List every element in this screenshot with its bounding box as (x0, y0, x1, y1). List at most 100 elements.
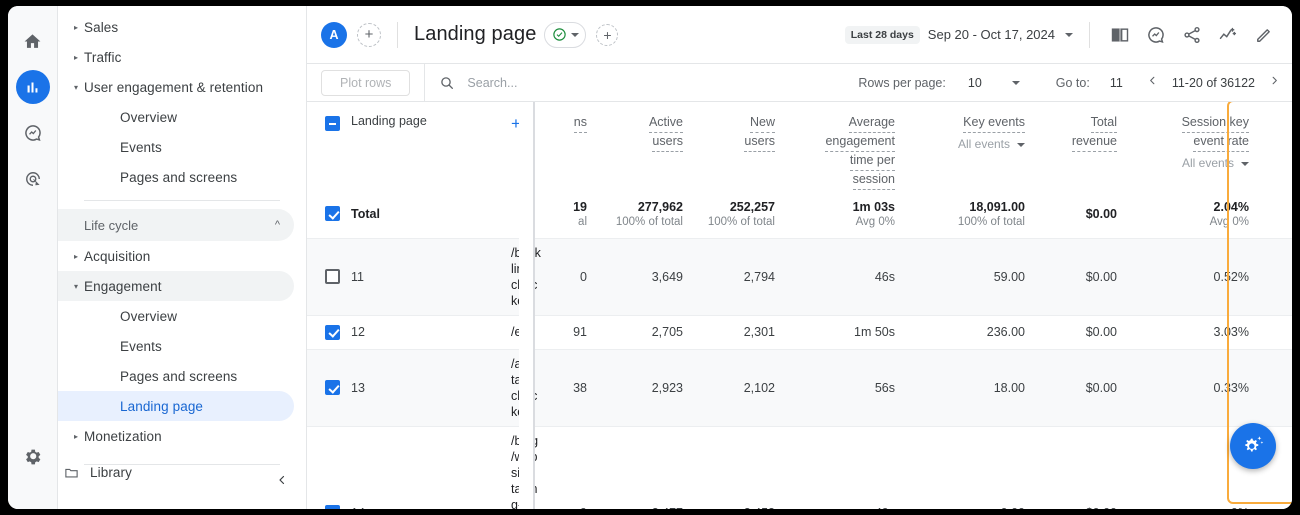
active-users-header: Active users (601, 102, 697, 190)
nav-bottom-divider (84, 464, 280, 465)
cell-active-users: 2,477 (601, 426, 697, 509)
share-icon[interactable] (1182, 25, 1202, 45)
active-users-header-line2[interactable]: users (652, 133, 683, 152)
row-checkbox[interactable] (325, 505, 340, 509)
check-circle-icon (552, 27, 567, 42)
nav-section-life-cycle[interactable]: Life cycle ^ (58, 209, 294, 241)
table-row[interactable]: 13 /alt-tag-checker 38 2,923 2,102 56s 1… (307, 349, 1292, 426)
skr-header-line1[interactable]: Session key (1182, 114, 1249, 133)
home-icon[interactable] (16, 24, 50, 58)
insights-icon[interactable] (1146, 25, 1166, 45)
chevron-down-icon[interactable] (1065, 33, 1073, 37)
skr-filter-dropdown[interactable]: All events (1182, 155, 1249, 172)
cell-total-revenue: $0.00 (1039, 238, 1131, 315)
row-checkbox[interactable] (325, 325, 340, 340)
sidebar-item-label: Acquisition (84, 249, 150, 264)
skr-filter-label: All events (1182, 155, 1234, 172)
date-preset-badge: Last 28 days (845, 26, 920, 44)
sidebar-item-label: Sales (84, 20, 118, 35)
explore-icon[interactable] (16, 116, 50, 150)
avg-engagement-header-line1[interactable]: Average (849, 114, 895, 133)
go-to-input[interactable]: 11 (1110, 76, 1123, 90)
add-comparison-button[interactable]: + (357, 23, 381, 47)
total-avg-engagement: 1m 03s Avg 0% (789, 190, 909, 238)
search-input[interactable]: Search... (467, 76, 517, 90)
chevron-down-icon[interactable] (1012, 81, 1020, 85)
row-checkbox-cell (307, 349, 351, 426)
row-checkbox[interactable] (325, 269, 340, 284)
go-to-label: Go to: (1056, 76, 1090, 90)
subvalue: Avg 0% (1263, 216, 1292, 228)
sidebar-item-overview-2[interactable]: Overview (58, 301, 294, 331)
sidebar-item-label: User engagement & retention (84, 80, 263, 95)
previous-page-button[interactable] (1147, 74, 1158, 91)
avg-engagement-header-line4[interactable]: session (853, 171, 895, 190)
sidebar-item-traffic[interactable]: ▸ Traffic (58, 42, 294, 72)
avg-engagement-header-line2[interactable]: engagement (825, 133, 895, 152)
compare-icon[interactable] (1110, 25, 1130, 45)
sidebar-item-label: Events (120, 339, 162, 354)
key-events-filter-dropdown[interactable]: All events (958, 136, 1025, 153)
avg-engagement-header-line3[interactable]: time per (850, 152, 895, 171)
sidebar-item-sales[interactable]: ▸ Sales (58, 12, 294, 42)
bounce-rate-header: Bounce rate (1263, 102, 1292, 190)
value: 1m 03s (853, 200, 895, 214)
sidebar-item-engagement[interactable]: ▾ Engagement (58, 271, 294, 301)
report-status-dropdown[interactable] (544, 22, 586, 48)
plot-rows-button[interactable]: Plot rows (321, 70, 410, 96)
row-checkbox[interactable] (325, 206, 340, 221)
add-report-button[interactable]: + (596, 24, 618, 46)
sessions-header-label[interactable]: ns (574, 114, 587, 133)
table-row[interactable]: 11 /backlink-checker 0 3,649 2,794 46s 5… (307, 238, 1292, 315)
new-users-header-line1[interactable]: New (750, 114, 775, 133)
key-events-filter-label: All events (958, 136, 1010, 153)
trend-icon[interactable] (1218, 25, 1238, 45)
sidebar-item-events-2[interactable]: Events (58, 331, 294, 361)
sidebar-item-landing-page[interactable]: Landing page (58, 391, 294, 421)
sidebar-item-user-engagement-retention[interactable]: ▾ User engagement & retention (58, 72, 294, 102)
sidebar-item-monetization[interactable]: ▸ Monetization (58, 421, 294, 451)
rows-per-page-control[interactable]: Rows per page: 10 (858, 76, 1019, 90)
sidebar-item-overview-1[interactable]: Overview (58, 102, 294, 132)
sidebar-item-pages-and-screens-1[interactable]: Pages and screens (58, 162, 294, 192)
cell-key-events: 18.00 (909, 349, 1039, 426)
sidebar-nav: ▸ Sales ▸ Traffic ▾ User engagement & re… (58, 6, 307, 509)
search-field[interactable]: Search... (439, 75, 858, 91)
key-events-header: Key events All events (909, 102, 1039, 190)
total-revenue-header-line1[interactable]: Total (1091, 114, 1117, 133)
select-all-checkbox[interactable] (325, 116, 340, 131)
reports-icon[interactable] (16, 70, 50, 104)
chevron-down-icon (571, 33, 579, 37)
settings-gear-icon[interactable] (16, 439, 50, 473)
sidebar-item-label: Pages and screens (120, 170, 237, 185)
avatar[interactable]: A (321, 22, 347, 48)
active-users-header-line1[interactable]: Active (649, 114, 683, 133)
total-revenue-header-line2[interactable]: revenue (1072, 133, 1117, 152)
date-range-picker[interactable]: Sep 20 - Oct 17, 2024 (928, 27, 1055, 42)
gear-sparkle-icon (1241, 434, 1265, 458)
sidebar-item-acquisition[interactable]: ▸ Acquisition (58, 241, 294, 271)
advertising-icon[interactable] (16, 162, 50, 196)
new-users-header-line2[interactable]: users (744, 133, 775, 152)
sidebar-item-label: Pages and screens (120, 369, 237, 384)
dimension-header-label[interactable]: Landing page (351, 114, 427, 129)
edit-icon[interactable] (1254, 25, 1274, 45)
skr-header-line2[interactable]: event rate (1193, 133, 1249, 152)
key-events-header-label[interactable]: Key events (963, 114, 1025, 133)
sidebar-item-pages-and-screens-2[interactable]: Pages and screens (58, 361, 294, 391)
total-active-users: 277,962 100% of total (601, 190, 697, 238)
dimension-header: Landing page (351, 102, 511, 190)
collapse-sidebar-button[interactable] (276, 473, 288, 491)
table-row[interactable]: 12 /es 91 2,705 2,301 1m 50s 236.00 $0.0… (307, 315, 1292, 349)
table-row[interactable]: 14 /blog/website-taking-too-long-to-resp… (307, 426, 1292, 509)
pagination: 11-20 of 36122 (1147, 74, 1280, 91)
chevron-right-icon: ▸ (58, 252, 84, 261)
cell-new-users: 2,794 (697, 238, 789, 315)
sidebar-item-library[interactable]: Library (58, 457, 294, 487)
report-actions (1110, 25, 1274, 45)
row-checkbox[interactable] (325, 380, 340, 395)
pinned-column-divider (533, 102, 535, 509)
insights-fab-button[interactable] (1230, 423, 1276, 469)
sidebar-item-events-1[interactable]: Events (58, 132, 294, 162)
next-page-button[interactable] (1269, 74, 1280, 91)
